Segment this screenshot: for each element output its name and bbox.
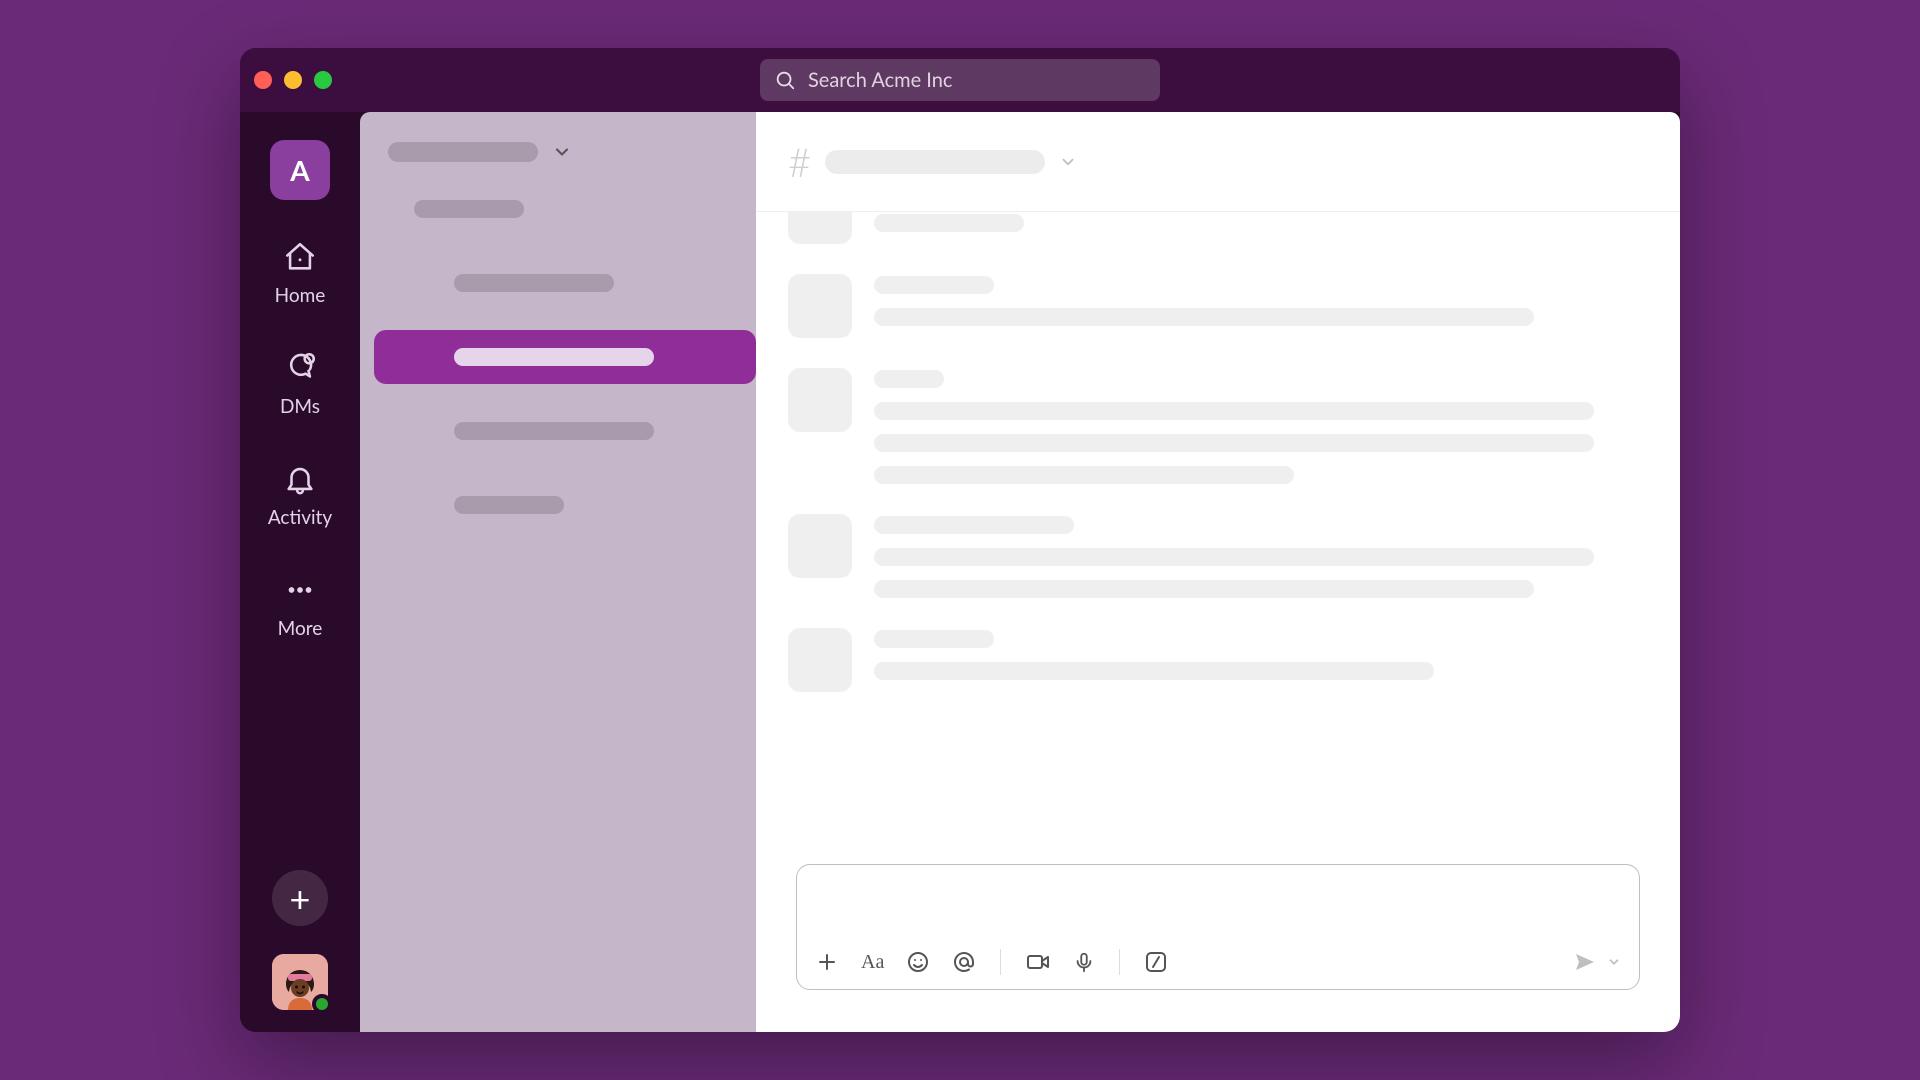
presence-indicator	[312, 994, 332, 1014]
skeleton-line	[874, 370, 944, 388]
message-composer: Aa	[796, 864, 1640, 990]
skeleton-line	[874, 516, 1074, 534]
format-button[interactable]: Aa	[861, 951, 884, 974]
workspace-switcher[interactable]: A	[270, 140, 330, 200]
global-search[interactable]	[760, 59, 1160, 101]
sidebar-item-active[interactable]	[374, 330, 756, 384]
nav-dms[interactable]: DMs	[280, 351, 320, 418]
avatar-skeleton	[788, 212, 852, 244]
nav-rail: A Home DMs Activity	[240, 112, 360, 1032]
search-icon	[774, 69, 796, 91]
send-options-button[interactable]	[1607, 955, 1621, 969]
titlebar	[240, 48, 1680, 112]
skeleton-line	[874, 276, 994, 294]
skeleton-text	[454, 274, 614, 292]
sidebar-section-header[interactable]	[374, 182, 756, 236]
more-icon	[283, 573, 317, 607]
send-button[interactable]	[1573, 950, 1597, 974]
message-skeleton	[788, 628, 1648, 692]
workspace-header[interactable]	[374, 136, 742, 182]
avatar-skeleton	[788, 514, 852, 578]
window-controls	[254, 71, 332, 89]
skeleton-line	[874, 308, 1534, 326]
skeleton-line	[874, 630, 994, 648]
skeleton-line	[874, 434, 1594, 452]
sidebar-item[interactable]	[374, 478, 756, 532]
skeleton-text	[454, 496, 564, 514]
message-skeleton	[788, 274, 1648, 338]
attach-button[interactable]	[815, 950, 839, 974]
workspace-name-skeleton	[388, 142, 538, 162]
avatar-skeleton	[788, 368, 852, 432]
composer-toolbar: Aa	[797, 939, 1639, 989]
app-body: A Home DMs Activity	[240, 112, 1680, 1032]
skeleton-text	[454, 422, 654, 440]
slash-command-button[interactable]	[1144, 950, 1168, 974]
home-icon	[283, 240, 317, 274]
skeleton-line	[874, 402, 1594, 420]
skeleton-line	[874, 214, 1024, 232]
window-minimize-button[interactable]	[284, 71, 302, 89]
channel-name-skeleton	[825, 150, 1045, 174]
user-menu[interactable]	[272, 954, 328, 1010]
plus-icon: +	[290, 880, 311, 916]
skeleton-line	[874, 580, 1534, 598]
nav-activity[interactable]: Activity	[268, 462, 332, 529]
channel-list	[374, 182, 742, 532]
chat-icon	[283, 351, 317, 385]
message-input[interactable]	[815, 879, 1621, 925]
channel-header[interactable]: #	[756, 112, 1680, 212]
sidebar-item[interactable]	[374, 404, 756, 458]
search-input[interactable]	[808, 68, 1146, 92]
conversation-pane: #	[756, 112, 1680, 1032]
message-skeleton	[788, 514, 1648, 598]
toolbar-divider	[1119, 949, 1120, 975]
mention-button[interactable]	[952, 950, 976, 974]
skeleton-line	[874, 466, 1294, 484]
nav-label: Home	[275, 284, 326, 307]
message-skeleton	[788, 368, 1648, 484]
avatar-skeleton	[788, 274, 852, 338]
channel-sidebar	[360, 112, 756, 1032]
skeleton-text	[454, 348, 654, 366]
video-button[interactable]	[1025, 950, 1051, 974]
bell-icon	[283, 462, 317, 496]
toolbar-divider	[1000, 949, 1001, 975]
skeleton-line	[874, 662, 1434, 680]
message-skeleton	[788, 212, 1648, 244]
window-close-button[interactable]	[254, 71, 272, 89]
chevron-down-icon	[1059, 153, 1077, 171]
skeleton-line	[874, 548, 1594, 566]
avatar-skeleton	[788, 628, 852, 692]
create-new-button[interactable]: +	[272, 870, 328, 926]
hash-icon: #	[788, 138, 811, 186]
emoji-button[interactable]	[906, 950, 930, 974]
message-list	[756, 212, 1680, 848]
skeleton-text	[414, 200, 524, 218]
audio-button[interactable]	[1073, 950, 1095, 974]
window-maximize-button[interactable]	[314, 71, 332, 89]
chevron-down-icon	[552, 142, 572, 162]
nav-more[interactable]: More	[278, 573, 323, 640]
nav-label: DMs	[280, 395, 320, 418]
nav-home[interactable]: Home	[275, 240, 326, 307]
sidebar-item[interactable]	[374, 256, 756, 310]
nav-label: More	[278, 617, 323, 640]
nav-label: Activity	[268, 506, 332, 529]
app-window: A Home DMs Activity	[240, 48, 1680, 1032]
